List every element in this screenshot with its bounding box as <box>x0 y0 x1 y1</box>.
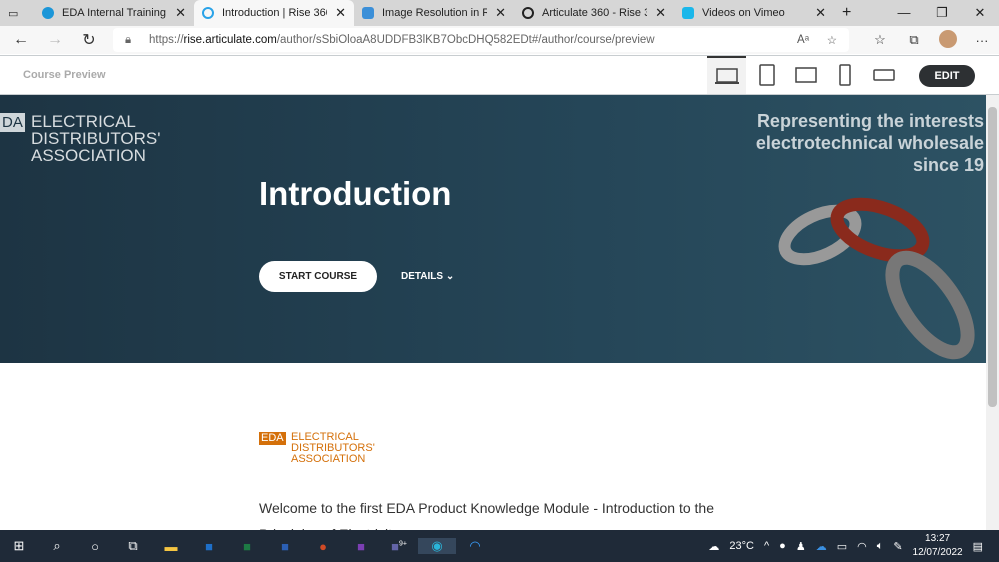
close-icon[interactable]: ✕ <box>335 5 346 21</box>
course-preview-label: Course Preview <box>23 69 106 81</box>
notifications-icon[interactable]: ▤ <box>973 540 983 553</box>
collections-icon[interactable]: ⧉ <box>897 32 931 48</box>
tab-introduction[interactable]: Introduction | Rise 360 ✕ <box>194 0 354 26</box>
windows-start-icon[interactable]: ⊞ <box>0 538 38 554</box>
edge-icon[interactable]: ◉ <box>418 538 456 554</box>
cortana-icon[interactable]: ○ <box>76 539 114 554</box>
shield-icon <box>362 7 374 19</box>
edit-button[interactable]: EDIT <box>919 65 975 87</box>
file-explorer-icon[interactable]: ▬ <box>152 539 190 554</box>
course-title: Introduction <box>259 175 452 212</box>
tablet-portrait-icon[interactable] <box>747 56 786 94</box>
rise-icon <box>202 7 214 19</box>
word-icon[interactable]: ■ <box>266 539 304 554</box>
search-icon[interactable]: ⌕ <box>38 538 76 554</box>
refresh-icon[interactable]: ↻ <box>72 30 106 50</box>
onenote-icon[interactable]: ■ <box>342 539 380 554</box>
weather-temp[interactable]: 23°C <box>729 540 754 552</box>
tab-image-resolution[interactable]: Image Resolution in Rise✕ <box>354 0 514 26</box>
phone-portrait-icon[interactable] <box>825 56 864 94</box>
close-icon[interactable]: ✕ <box>495 5 506 21</box>
taskbar: ⊞ ⌕ ○ ⧉ ▬ ■ ■ ■ ● ■ ■9+ ◉ ◠ ☁ 23°C ^ ● ♟ … <box>0 530 999 562</box>
weather-icon[interactable]: ☁ <box>708 540 719 553</box>
chevron-down-icon: ⌄ <box>445 271 455 282</box>
forward-icon[interactable]: → <box>38 31 72 49</box>
tab-vimeo[interactable]: Videos on Vimeo ✕ <box>674 0 834 26</box>
tab-eda-dashboard[interactable]: EDA Internal Training Dash✕ <box>34 0 194 26</box>
lock-icon: 🔒︎ <box>125 33 132 46</box>
tablet-landscape-icon[interactable] <box>786 56 825 94</box>
battery-icon[interactable]: ▭ <box>837 540 847 553</box>
scrollbar-thumb[interactable] <box>988 107 997 407</box>
task-view-icon[interactable]: ⧉ <box>114 538 152 554</box>
back-icon[interactable]: ← <box>4 31 38 49</box>
restore-icon[interactable]: ❐ <box>923 5 961 21</box>
excel-icon[interactable]: ■ <box>228 539 266 554</box>
phone-landscape-icon[interactable] <box>864 56 903 94</box>
rise-preview-bar: Course Preview EDIT <box>0 55 999 95</box>
onedrive-icon[interactable]: ☁ <box>816 540 827 553</box>
chain-image <box>778 197 975 360</box>
new-tab-button[interactable]: + <box>834 0 864 26</box>
salesforce-icon <box>42 7 54 19</box>
read-aloud-icon[interactable]: Aᵃ <box>797 34 809 46</box>
details-button[interactable]: DETAILS ⌄ <box>401 271 454 282</box>
show-hidden-icons[interactable]: ^ <box>764 540 769 552</box>
minimize-icon[interactable]: — <box>885 5 923 21</box>
tab-actions-icon[interactable]: ▭ <box>0 0 34 26</box>
volume-icon[interactable]: 🔈︎ <box>877 540 884 553</box>
favorites-icon[interactable]: ☆ <box>863 32 897 48</box>
tab-bar: ▭ EDA Internal Training Dash✕ Introducti… <box>0 0 999 26</box>
start-course-button[interactable]: START COURSE <box>259 261 377 292</box>
people-icon[interactable]: ♟ <box>796 540 806 553</box>
articulate-icon <box>522 7 534 19</box>
vimeo-icon <box>682 7 694 19</box>
close-icon[interactable]: ✕ <box>655 5 666 21</box>
desktop-view-icon[interactable] <box>707 56 746 94</box>
close-icon[interactable]: ✕ <box>175 5 186 21</box>
pen-icon[interactable]: ✎ <box>893 540 902 553</box>
network-icon[interactable]: ◠ <box>857 540 867 553</box>
course-hero: DA ELECTRICAL DISTRIBUTORS' ASSOCIATION Re… <box>0 95 986 363</box>
clock[interactable]: 13:27 12/07/2022 <box>913 532 963 560</box>
url-input[interactable]: 🔒︎ https://rise.articulate.com/author/sSb… <box>113 28 849 52</box>
wifi-app-icon[interactable]: ◠ <box>456 538 494 554</box>
hero-slogan: Representing the interests electrotechnic… <box>755 111 984 175</box>
outlook-icon[interactable]: ■ <box>190 539 228 554</box>
tab-articulate[interactable]: Articulate 360 - Rise 360: I✕ <box>514 0 674 26</box>
window-controls: — ❐ ✕ <box>885 5 999 21</box>
close-window-icon[interactable]: ✕ <box>961 5 999 21</box>
address-bar-row: ← → ↻ 🔒︎ https://rise.articulate.com/auth… <box>0 26 999 54</box>
close-icon[interactable]: ✕ <box>815 5 826 21</box>
more-icon[interactable]: ··· <box>965 33 999 48</box>
teams-tray-icon[interactable]: ● <box>779 540 786 552</box>
powerpoint-icon[interactable]: ● <box>304 539 342 554</box>
add-favorite-icon[interactable]: ☆ <box>827 33 837 47</box>
page-scrollbar[interactable] <box>986 95 999 530</box>
welcome-text: Welcome to the first EDA Product Knowled… <box>259 500 714 530</box>
teams-icon[interactable]: ■9+ <box>380 539 418 554</box>
avatar[interactable] <box>931 29 965 51</box>
